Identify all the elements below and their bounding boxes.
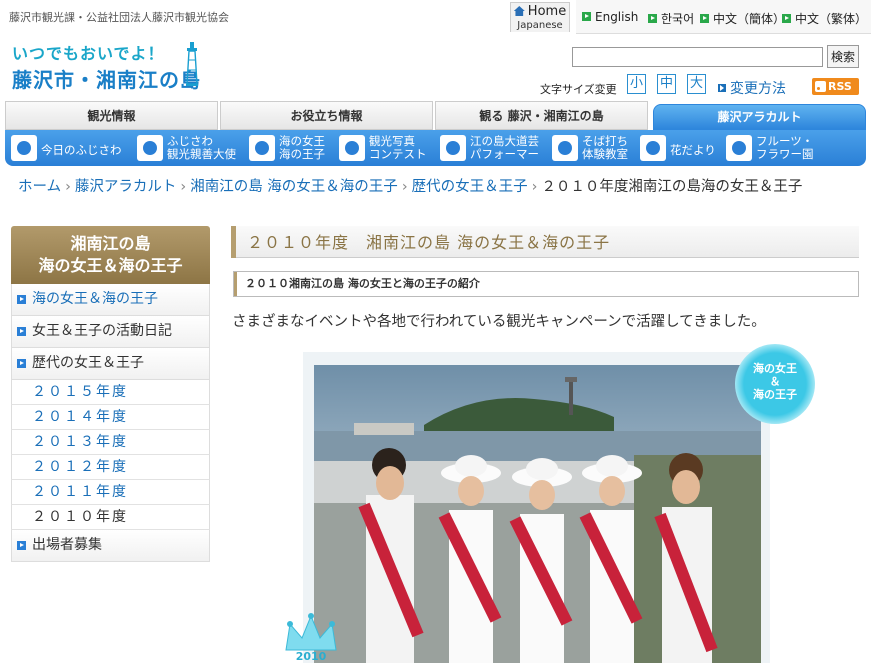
breadcrumb-past[interactable]: 歴代の女王＆王子 xyxy=(412,179,528,195)
page-title: ２０１０年度 湘南江の島 海の女王＆海の王子 xyxy=(231,226,859,258)
sidebar-item-queen-prince[interactable]: 海の女王＆海の王子 xyxy=(11,284,210,316)
search-button[interactable]: 検索 xyxy=(827,45,859,68)
font-size-large-button[interactable]: 大 xyxy=(687,74,706,94)
section-heading: ２０１０湘南江の島 海の女王と海の王子の紹介 xyxy=(233,271,859,297)
queen-prince-group-photo xyxy=(314,365,761,663)
sidebar: 湘南江の島 海の女王＆海の王子 海の女王＆海の王子 女王＆王子の活動日記 歴代の… xyxy=(11,226,210,562)
sidebar-year-2013[interactable]: ２０１３年度 xyxy=(11,430,210,455)
sidebar-year-2011[interactable]: ２０１１年度 xyxy=(11,480,210,505)
chevron-right-icon: › xyxy=(401,179,408,195)
sidebar-heading: 湘南江の島 海の女王＆海の王子 xyxy=(11,226,210,284)
font-size-howto-link[interactable]: 変更方法 xyxy=(718,78,786,98)
breadcrumb-current: ２０１０年度湘南江の島海の女王＆王子 xyxy=(541,179,803,195)
chevron-right-icon: › xyxy=(180,179,187,195)
language-bar: English 한국어 中文（簡体） 中文（繁体） xyxy=(576,0,871,34)
font-size-label: 文字サイズ変更 xyxy=(540,83,617,96)
lang-chinese-simplified[interactable]: 中文（簡体） xyxy=(700,10,785,27)
crown-icon: 2010 xyxy=(285,613,337,663)
arrow-bullet-icon xyxy=(582,12,591,21)
fruit-flower-icon xyxy=(726,135,752,161)
arrow-bullet-icon xyxy=(648,14,657,23)
font-size-small-button[interactable]: 小 xyxy=(627,74,646,94)
breadcrumb-alacarte[interactable]: 藤沢アラカルト xyxy=(75,179,177,195)
arrow-bullet-icon xyxy=(700,14,709,23)
home-button[interactable]: Home Japanese xyxy=(510,2,570,32)
arrow-bullet-icon xyxy=(782,14,791,23)
breadcrumb-home[interactable]: ホーム xyxy=(18,179,61,195)
organization-name: 藤沢市観光課・公益社団法人藤沢市観光協会 xyxy=(9,11,229,24)
arrow-bullet-icon xyxy=(17,541,26,550)
subnav-sea-queen-prince[interactable]: 海の女王 海の王子 xyxy=(249,134,331,162)
home-sublabel: Japanese xyxy=(517,20,563,31)
nav-tab-see-fujisawa[interactable]: 観る 藤沢・湘南江の島 xyxy=(435,101,648,130)
nav-tab-useful-info[interactable]: お役立ち情報 xyxy=(220,101,433,130)
search-input[interactable] xyxy=(572,47,823,67)
subnav-flower-news[interactable]: 花だより xyxy=(640,134,720,162)
camera-icon xyxy=(339,135,365,161)
logo-name: 藤沢市・湘南江の島 xyxy=(12,68,201,92)
lang-english[interactable]: English xyxy=(582,10,638,24)
font-size-medium-button[interactable]: 中 xyxy=(657,74,676,94)
lang-korean[interactable]: 한국어 xyxy=(648,10,694,27)
arrow-bullet-icon xyxy=(17,327,26,336)
sidebar-item-activity-diary[interactable]: 女王＆王子の活動日記 xyxy=(11,316,210,348)
chevron-right-icon: › xyxy=(531,179,538,195)
arrow-bullet-icon xyxy=(17,359,26,368)
performer-icon xyxy=(440,135,466,161)
subnav-photo-contest[interactable]: 観光写真 コンテスト xyxy=(339,134,435,162)
arrow-bullet-icon xyxy=(718,84,726,92)
calendar-icon xyxy=(11,135,37,161)
sidebar-item-past-queens[interactable]: 歴代の女王＆王子 xyxy=(11,348,210,380)
sidebar-year-2012[interactable]: ２０１２年度 xyxy=(11,455,210,480)
sidebar-year-2014[interactable]: ２０１４年度 xyxy=(11,405,210,430)
home-icon xyxy=(513,6,525,16)
soba-icon xyxy=(552,135,578,161)
nav-tab-fujisawa-alacarte[interactable]: 藤沢アラカルト xyxy=(653,104,866,130)
breadcrumb: ホーム › 藤沢アラカルト › 湘南江の島 海の女王＆海の王子 › 歴代の女王＆王子 › ２０１… xyxy=(18,176,863,198)
home-label: Home xyxy=(527,4,567,19)
page-description: さまざまなイベントや各地で行われている観光キャンペーンで活躍してきました。 xyxy=(232,314,766,330)
subnav-fruit-flower-park[interactable]: フルーツ・ フラワー園 xyxy=(726,134,826,162)
ambassador-face-icon xyxy=(137,135,163,161)
queen-prince-badge: 海の女王 ＆ 海の王子 xyxy=(735,344,815,424)
rss-feed-button[interactable]: RSS xyxy=(812,78,859,95)
chevron-right-icon: › xyxy=(65,179,71,195)
subnav-street-performer[interactable]: 江の島大道芸 パフォーマー xyxy=(440,134,548,162)
photo-frame xyxy=(303,352,770,663)
crown-year: 2010 xyxy=(296,650,327,663)
sidebar-item-recruitment[interactable]: 出場者募集 xyxy=(11,530,210,562)
breadcrumb-queen-prince[interactable]: 湘南江の島 海の女王＆海の王子 xyxy=(190,179,398,195)
lighthouse-tower-icon xyxy=(186,42,198,86)
nav-tab-sightseeing-info[interactable]: 観光情報 xyxy=(5,101,218,130)
subnav-soba-making[interactable]: そば打ち 体験教室 xyxy=(552,134,642,162)
sidebar-year-2010[interactable]: ２０１０年度 xyxy=(11,505,210,530)
subnav-today-fujisawa[interactable]: 今日のふじさわ xyxy=(11,134,131,162)
site-logo[interactable]: いつでもおいでよ！ 藤沢市・湘南江の島 xyxy=(12,40,222,95)
top-bar: 藤沢市観光課・公益社団法人藤沢市観光協会 Home Japanese Engli… xyxy=(0,0,871,34)
sidebar-year-2015[interactable]: ２０１５年度 xyxy=(11,380,210,405)
subnav-goodwill-ambassador[interactable]: ふじさわ 観光親善大使 xyxy=(137,134,245,162)
crown-icon xyxy=(249,135,275,161)
flower-icon xyxy=(640,135,666,161)
main-navigation: 観光情報 お役立ち情報 観る 藤沢・湘南江の島 藤沢アラカルト xyxy=(5,101,866,130)
arrow-bullet-icon xyxy=(17,295,26,304)
lang-chinese-traditional[interactable]: 中文（繁体） xyxy=(782,10,867,27)
sub-navigation: 今日のふじさわ ふじさわ 観光親善大使 海の女王 海の王子 観光写真 コンテスト 江の… xyxy=(5,130,866,166)
logo-tagline: いつでもおいでよ！ xyxy=(12,44,165,63)
